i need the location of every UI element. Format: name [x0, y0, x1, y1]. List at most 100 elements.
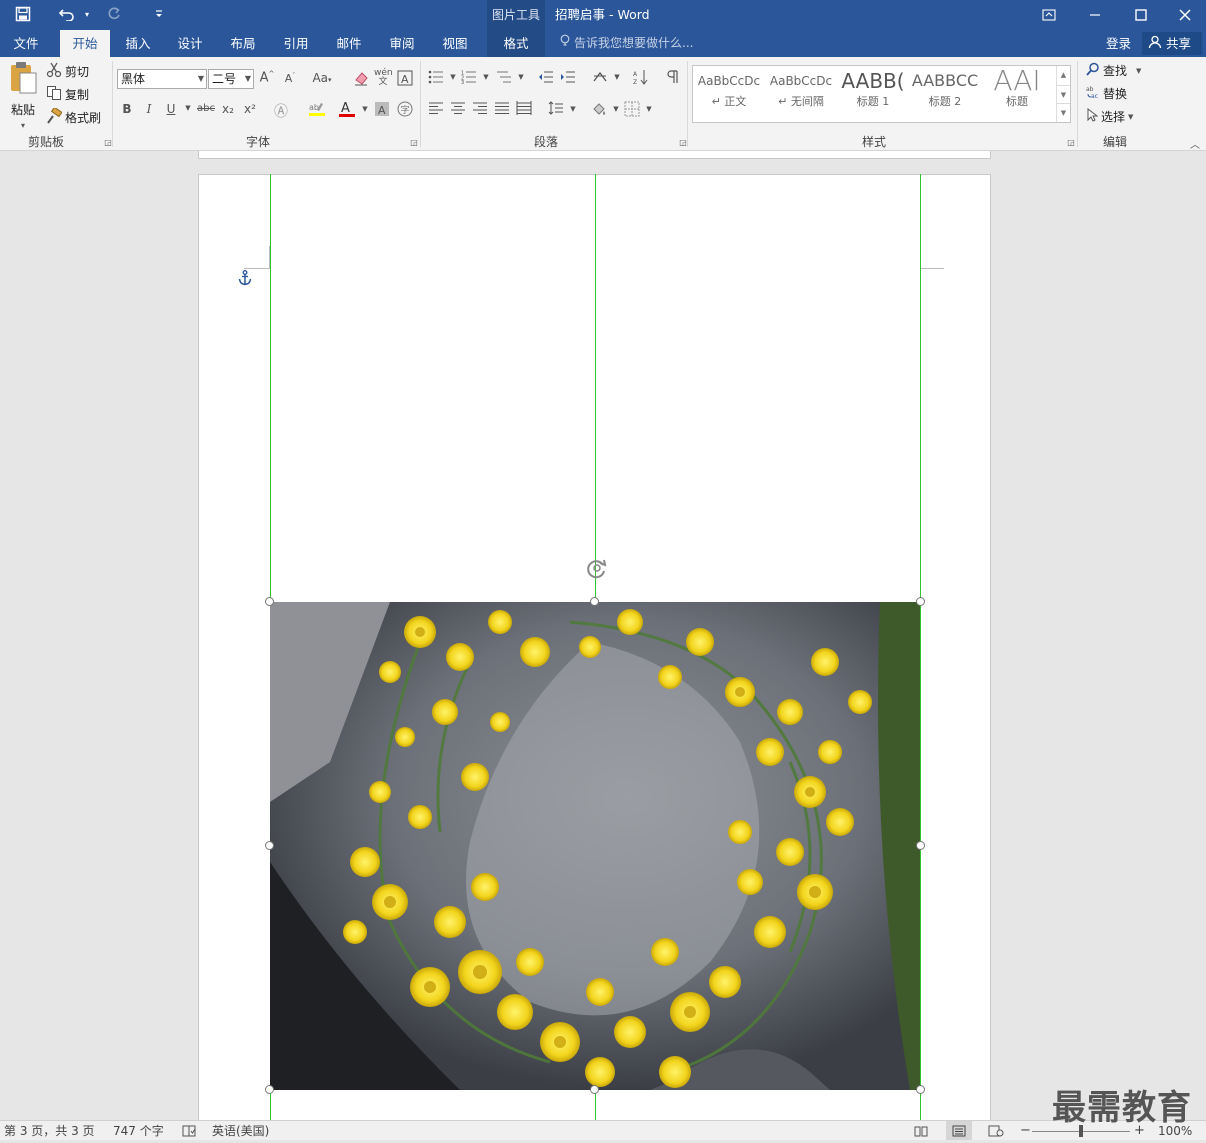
ribbon-display-options-icon[interactable]: [1026, 0, 1072, 30]
character-border-icon[interactable]: A: [396, 70, 414, 89]
font-name-combo[interactable]: 黑体 ▼: [117, 69, 207, 89]
paragraph-launcher-icon[interactable]: ◲: [674, 138, 692, 147]
increase-indent-icon[interactable]: [559, 70, 577, 87]
tab-home[interactable]: 开始: [60, 30, 110, 57]
style-item-title[interactable]: AAI 标题: [983, 69, 1051, 119]
subscript-button[interactable]: x₂: [219, 102, 237, 116]
numbering-icon[interactable]: 123: [460, 70, 478, 87]
shrink-font-icon[interactable]: Aˇ: [281, 72, 299, 85]
format-painter-button[interactable]: 格式刷: [46, 106, 101, 127]
bold-button[interactable]: B: [118, 102, 136, 116]
language-indicator[interactable]: 英语(美国): [212, 1121, 269, 1141]
sort-icon[interactable]: AZ: [632, 69, 650, 88]
login-link[interactable]: 登录: [1106, 30, 1131, 57]
chevron-down-icon[interactable]: ▼: [640, 105, 658, 113]
replace-button[interactable]: ab ac 替换: [1086, 85, 1127, 102]
enclose-characters-icon[interactable]: 字: [396, 101, 414, 120]
chevron-down-icon[interactable]: ▼: [564, 105, 582, 113]
customize-qat-icon[interactable]: [148, 4, 170, 24]
justify-icon[interactable]: [493, 101, 511, 118]
word-count[interactable]: 747 个字: [113, 1121, 164, 1141]
italic-button[interactable]: I: [140, 102, 158, 116]
zoom-out-icon[interactable]: −: [1020, 1121, 1031, 1141]
resize-handle-top[interactable]: [590, 597, 599, 606]
flower-wreath-picture[interactable]: [270, 602, 920, 1090]
text-effects-icon[interactable]: Ⓐ: [272, 101, 290, 121]
minimize-icon[interactable]: [1072, 0, 1118, 30]
chinese-layout-icon[interactable]: [591, 69, 609, 88]
tab-insert[interactable]: 插入: [114, 30, 162, 57]
copy-button[interactable]: 复制: [46, 85, 89, 104]
clear-formatting-icon[interactable]: [352, 70, 370, 89]
print-layout-icon[interactable]: [946, 1121, 972, 1140]
multilevel-list-icon[interactable]: [495, 70, 513, 87]
tab-format[interactable]: 格式: [487, 30, 545, 57]
tab-mailings[interactable]: 邮件: [325, 30, 373, 57]
resize-handle-left[interactable]: [265, 841, 274, 850]
shading-icon[interactable]: [590, 101, 608, 120]
tab-references[interactable]: 引用: [272, 30, 320, 57]
decrease-indent-icon[interactable]: [537, 70, 555, 87]
select-button[interactable]: 选择 ▼: [1086, 107, 1133, 125]
highlight-color-icon[interactable]: ab: [305, 101, 329, 120]
gallery-more-icon[interactable]: ▼: [1057, 103, 1070, 121]
chevron-down-icon[interactable]: ▼: [608, 73, 626, 81]
undo-icon[interactable]: [56, 4, 78, 24]
resize-handle-bottom-left[interactable]: [265, 1085, 274, 1094]
align-left-icon[interactable]: [427, 101, 445, 118]
phonetic-guide-icon[interactable]: wén 文: [374, 69, 393, 87]
styles-gallery[interactable]: AaBbCcDc ↵ 正文 AaBbCcDc ↵ 无间隔 AABB( 标题 1 …: [692, 65, 1071, 123]
resize-handle-bottom-right[interactable]: [916, 1085, 925, 1094]
grow-font-icon[interactable]: A^: [258, 70, 276, 85]
superscript-button[interactable]: x²: [241, 102, 259, 116]
chevron-down-icon[interactable]: ▼: [512, 73, 530, 81]
gallery-scroll-down-icon[interactable]: ▼: [1057, 85, 1070, 103]
tab-layout[interactable]: 布局: [219, 30, 267, 57]
save-icon[interactable]: [12, 4, 34, 24]
strikethrough-button[interactable]: abc: [195, 103, 217, 114]
character-shading-icon[interactable]: A: [373, 101, 391, 120]
clipboard-launcher-icon[interactable]: ◲: [99, 138, 117, 147]
svg-text:A: A: [341, 101, 350, 116]
font-size-combo[interactable]: 二号 ▼: [208, 69, 254, 89]
show-marks-icon[interactable]: [663, 69, 681, 88]
paste-button[interactable]: 粘贴 ▾: [6, 61, 40, 130]
find-button[interactable]: 查找 ▼: [1086, 62, 1141, 79]
tab-review[interactable]: 审阅: [378, 30, 426, 57]
gallery-scroll-up-icon[interactable]: ▲: [1057, 66, 1070, 85]
document-canvas[interactable]: [0, 151, 1206, 1120]
tab-file[interactable]: 文件: [0, 30, 52, 57]
line-spacing-icon[interactable]: [547, 101, 565, 118]
redo-icon[interactable]: [103, 4, 125, 24]
resize-handle-right[interactable]: [916, 841, 925, 850]
cut-button[interactable]: 剪切: [46, 62, 89, 81]
align-right-icon[interactable]: [471, 101, 489, 118]
resize-handle-bottom[interactable]: [590, 1085, 599, 1094]
change-case-button[interactable]: Aa▾: [307, 71, 337, 85]
distributed-icon[interactable]: [515, 101, 533, 118]
collapse-ribbon-icon[interactable]: ︿: [1186, 136, 1204, 151]
page-count[interactable]: 第 3 页，共 3 页: [4, 1121, 95, 1141]
anchor-icon[interactable]: [238, 270, 252, 289]
undo-dropdown-icon[interactable]: ▾: [76, 4, 98, 24]
align-center-icon[interactable]: [449, 101, 467, 118]
style-item-no-spacing[interactable]: AaBbCcDc ↵ 无间隔: [767, 69, 835, 119]
tell-me-box[interactable]: 告诉我您想要做什么...: [560, 30, 693, 57]
style-item-heading-1[interactable]: AABB( 标题 1: [839, 69, 907, 119]
maximize-icon[interactable]: [1118, 0, 1164, 30]
resize-handle-top-right[interactable]: [916, 597, 925, 606]
underline-button[interactable]: U: [162, 102, 180, 116]
close-icon[interactable]: [1162, 0, 1206, 30]
bullets-icon[interactable]: [427, 70, 445, 87]
rotate-handle-icon[interactable]: [585, 557, 609, 582]
tab-view[interactable]: 视图: [431, 30, 479, 57]
resize-handle-top-left[interactable]: [265, 597, 274, 606]
font-color-dropdown-icon[interactable]: ▼: [356, 105, 374, 113]
tab-design[interactable]: 设计: [166, 30, 214, 57]
borders-icon[interactable]: [623, 101, 641, 120]
style-item-heading-2[interactable]: AABBCC 标题 2: [911, 69, 979, 119]
share-button[interactable]: 共享: [1142, 32, 1202, 55]
style-item-normal[interactable]: AaBbCcDc ↵ 正文: [695, 69, 763, 119]
chevron-down-icon[interactable]: ▼: [477, 73, 495, 81]
font-color-icon[interactable]: A: [338, 100, 356, 121]
